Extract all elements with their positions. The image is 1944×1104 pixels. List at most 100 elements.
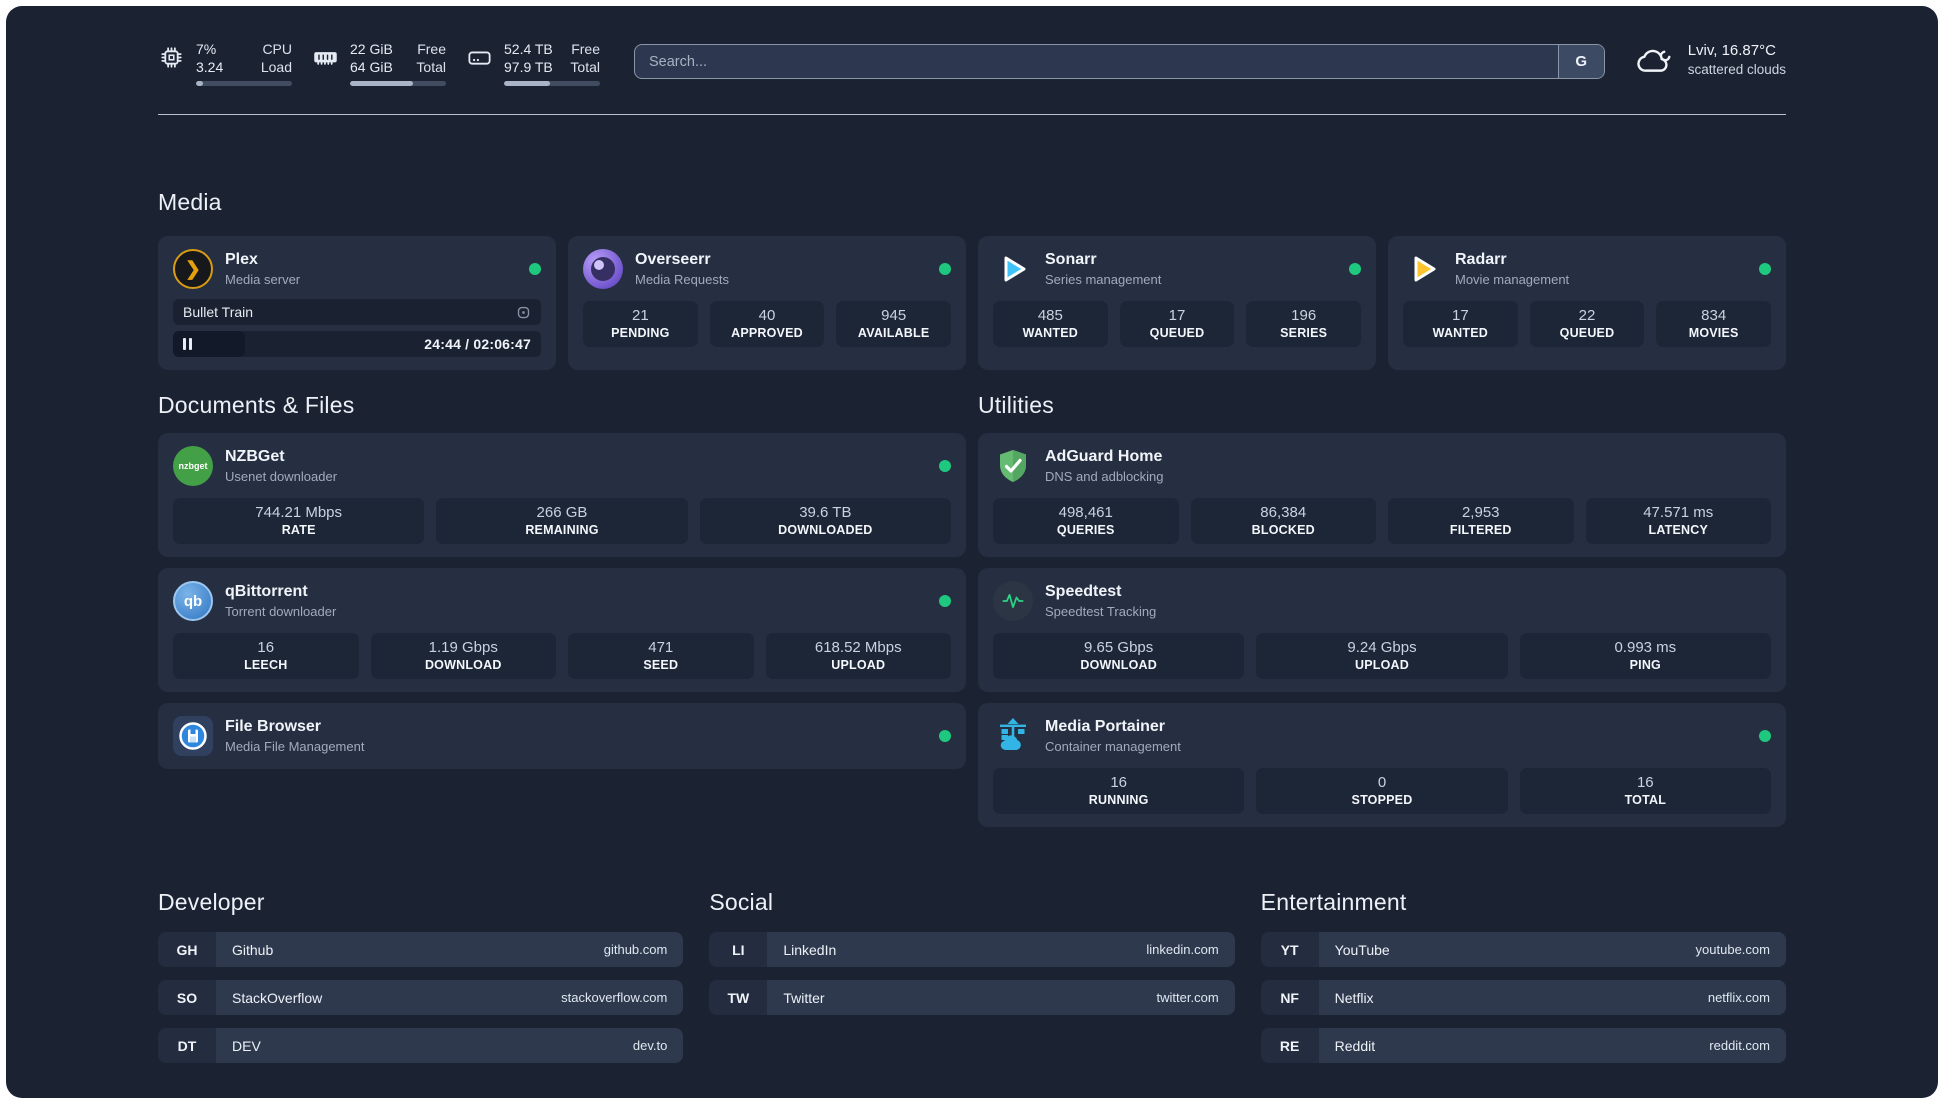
app-subtitle: Media Requests — [635, 272, 729, 288]
bookmark-abbr: SO — [158, 980, 216, 1016]
sonarr-icon — [1004, 256, 1026, 282]
speedtest-icon — [1002, 594, 1024, 609]
stat-box: 16 RUNNING — [993, 768, 1245, 815]
section-title-media: Media — [158, 189, 222, 216]
status-dot — [1759, 730, 1771, 743]
app-name: File Browser — [225, 718, 322, 736]
bookmark-name: StackOverflow — [232, 989, 323, 1006]
app-card-sonarr[interactable]: Sonarr Series management 485 WANTED 17 Q… — [978, 236, 1376, 371]
bookmark-group-entertainment: Entertainment YT YouTube youtube.com NF … — [1260, 889, 1786, 1064]
now-playing-time: 24:44 / 02:06:47 — [424, 336, 531, 353]
search-engine-button[interactable]: G — [1557, 45, 1604, 78]
bookmark-linkedin[interactable]: LI LinkedIn linkedin.com — [709, 932, 1235, 968]
section-title-utilities: Utilities — [978, 392, 1054, 419]
section-title-social: Social — [709, 889, 774, 916]
stat-box: 0 STOPPED — [1256, 768, 1508, 815]
video-icon — [517, 306, 530, 319]
cpu-labels: CPU Load — [260, 41, 292, 76]
stat-box: 945 AVAILABLE — [836, 301, 951, 348]
stat-box: 39.6 TB DOWNLOADED — [699, 498, 951, 545]
pause-icon[interactable] — [183, 338, 192, 351]
stat-box: 471 SEED — [568, 633, 754, 680]
bookmark-name: Twitter — [783, 989, 825, 1006]
search-bar: G — [634, 44, 1605, 79]
cpu-progress-fill — [196, 81, 203, 87]
app-subtitle: Container management — [1045, 739, 1181, 755]
search-input[interactable] — [634, 44, 1605, 79]
bookmark-twitter[interactable]: TW Twitter twitter.com — [709, 980, 1235, 1016]
stat-box: 17 QUEUED — [1119, 301, 1235, 348]
bookmark-dev[interactable]: DT DEV dev.to — [158, 1028, 684, 1064]
app-name: Speedtest — [1045, 583, 1122, 601]
stat-box: 16 LEECH — [173, 633, 359, 680]
now-playing-progress[interactable]: 24:44 / 02:06:47 — [173, 331, 541, 358]
bookmark-abbr: YT — [1260, 932, 1319, 968]
section-title-developer: Developer — [158, 889, 265, 916]
status-dot — [939, 263, 951, 276]
overseerr-icon — [583, 249, 623, 290]
bookmark-name: LinkedIn — [783, 941, 837, 958]
now-playing-title: Bullet Train — [183, 304, 254, 321]
app-card-nzbget[interactable]: nzbget NZBGet Usenet downloader 744.21 M… — [158, 433, 966, 558]
app-name: Overseerr — [635, 251, 711, 269]
bookmark-name: Netflix — [1334, 989, 1374, 1006]
storage-progress-fill — [504, 81, 551, 87]
radarr-icon — [1414, 256, 1436, 282]
app-card-overseerr[interactable]: Overseerr Media Requests 21 PENDING 40 A… — [568, 236, 966, 371]
bookmark-name: Reddit — [1334, 1037, 1376, 1054]
app-name: qBittorrent — [225, 583, 308, 601]
app-subtitle: Media server — [225, 272, 301, 288]
stat-box: 266 GB REMAINING — [436, 498, 688, 545]
app-card-portainer[interactable]: Media Portainer Container management 16 … — [978, 703, 1786, 828]
storage-progress-bar — [504, 81, 600, 87]
header-divider — [158, 114, 1786, 116]
stat-box: 196 SERIES — [1246, 301, 1361, 348]
memory-stat-widget: 22 GiB 64 GiB Free Total — [312, 40, 446, 87]
app-name: Sonarr — [1045, 251, 1097, 269]
bookmark-name: YouTube — [1334, 941, 1390, 958]
app-card-speedtest[interactable]: Speedtest Speedtest Tracking 9.65 Gbps D… — [978, 568, 1786, 693]
status-dot — [1349, 263, 1361, 276]
bookmark-url: stackoverflow.com — [561, 990, 668, 1006]
storage-values: 52.4 TB 97.9 TB — [504, 41, 553, 76]
stat-box: 21 PENDING — [583, 301, 698, 348]
stat-box: 618.52 Mbps UPLOAD — [765, 633, 951, 680]
app-card-radarr[interactable]: Radarr Movie management 17 WANTED 22 QUE… — [1388, 236, 1786, 371]
app-name: Radarr — [1455, 251, 1507, 269]
bookmark-youtube[interactable]: YT YouTube youtube.com — [1260, 932, 1786, 968]
stat-box: 22 QUEUED — [1529, 301, 1645, 348]
ram-icon — [314, 52, 337, 65]
bookmark-abbr: NF — [1260, 980, 1319, 1016]
bookmark-name: Github — [232, 941, 274, 958]
bookmark-netflix[interactable]: NF Netflix netflix.com — [1260, 980, 1786, 1016]
bookmark-abbr: DT — [158, 1028, 216, 1064]
bookmark-github[interactable]: GH Github github.com — [158, 932, 684, 968]
bookmark-group-developer: Developer GH Github github.com SO StackO… — [158, 889, 684, 1064]
adguard-icon — [1000, 450, 1026, 483]
status-dot — [939, 460, 951, 473]
cpu-stat-widget: 7% 3.24 CPU Load — [158, 40, 292, 87]
app-card-adguard[interactable]: AdGuard Home DNS and adblocking 498,461 … — [978, 433, 1786, 558]
app-name: Media Portainer — [1045, 718, 1166, 736]
memory-progress-bar — [350, 81, 446, 87]
section-title-entertainment: Entertainment — [1260, 889, 1407, 916]
app-subtitle: Torrent downloader — [225, 604, 337, 620]
status-dot — [939, 730, 951, 743]
cpu-values: 7% 3.24 — [196, 41, 224, 76]
stat-box: 9.65 Gbps DOWNLOAD — [993, 633, 1245, 680]
memory-labels: Free Total — [416, 41, 446, 76]
bookmark-abbr: RE — [1260, 1028, 1319, 1064]
bookmark-reddit[interactable]: RE Reddit reddit.com — [1260, 1028, 1786, 1064]
stat-box: 2,953 FILTERED — [1388, 498, 1574, 545]
app-card-plex[interactable]: ❯ Plex Media server Bullet Train 24:44 /… — [158, 236, 556, 371]
section-utilities: Utilities AdGuard Home DNS and adblockin… — [978, 392, 1786, 828]
app-subtitle: Media File Management — [225, 739, 365, 755]
stat-box: 40 APPROVED — [709, 301, 825, 348]
section-documents: Documents & Files nzbget NZBGet Usenet d… — [158, 392, 966, 827]
bookmark-group-social: Social LI LinkedIn linkedin.com TW Twitt… — [709, 889, 1235, 1063]
bookmark-stackoverflow[interactable]: SO StackOverflow stackoverflow.com — [158, 980, 684, 1016]
app-card-filebrowser[interactable]: File Browser Media File Management — [158, 703, 966, 770]
app-card-qbittorrent[interactable]: qb qBittorrent Torrent downloader 16 LEE… — [158, 568, 966, 693]
app-name: NZBGet — [225, 448, 285, 466]
cloud-icon — [1637, 49, 1671, 72]
